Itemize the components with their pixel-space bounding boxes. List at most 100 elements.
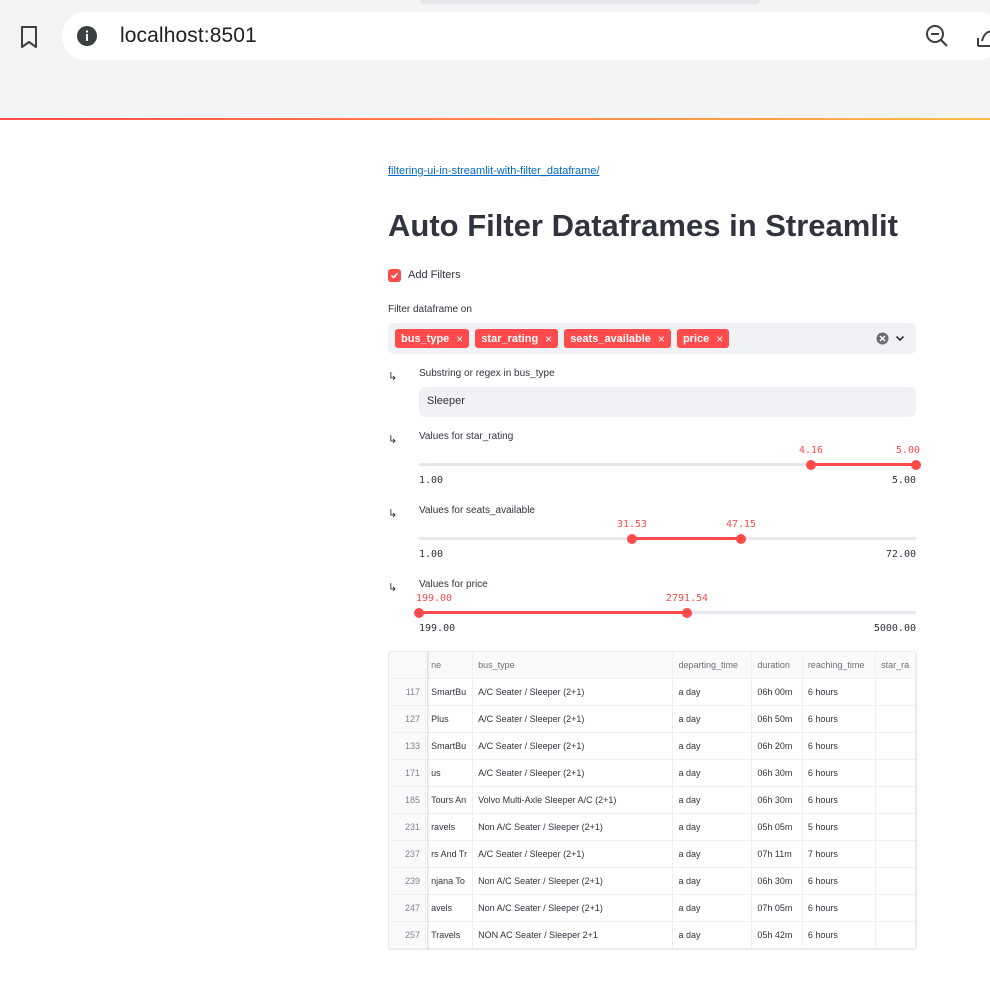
column-header-departing-time[interactable]: departing_time: [672, 652, 753, 679]
filtered-dataframe[interactable]: ne bus_type departing_time duration reac…: [388, 651, 917, 950]
cell-duration[interactable]: 06h 00m: [751, 678, 803, 706]
cell-bus-name[interactable]: njana To: [425, 867, 474, 895]
cell-duration[interactable]: 05h 05m: [751, 813, 803, 841]
cell-departing-time[interactable]: a day: [672, 732, 753, 760]
table-row[interactable]: 257 Travels NON AC Seater / Sleeper 2+1 a d…: [389, 921, 916, 949]
table-row[interactable]: 185 Tours An Volvo Multi-Axle Sleeper A/C …: [389, 786, 916, 814]
cell-reaching-time[interactable]: 6 hours: [802, 786, 877, 814]
page-link[interactable]: filtering-ui-in-streamlit-with-filter_da…: [388, 165, 600, 177]
info-icon[interactable]: [76, 25, 98, 47]
checkbox-checked-icon[interactable]: [388, 268, 401, 282]
cell-reaching-time[interactable]: 6 hours: [802, 867, 877, 895]
url-text[interactable]: localhost:8501: [120, 24, 257, 48]
row-index[interactable]: 237: [389, 840, 427, 868]
cell-departing-time[interactable]: a day: [672, 921, 753, 949]
table-row[interactable]: 171 us A/C Seater / Sleeper (2+1) a day 06h …: [389, 759, 916, 787]
row-index[interactable]: 257: [389, 921, 427, 949]
cell-duration[interactable]: 07h 05m: [751, 894, 803, 922]
chip-seats-available[interactable]: seats_available ×: [564, 329, 671, 348]
cell-departing-time[interactable]: a day: [672, 786, 753, 814]
table-row[interactable]: 133 SmartBu A/C Seater / Sleeper (2+1) a da…: [389, 732, 916, 760]
cell-bus-type[interactable]: A/C Seater / Sleeper (2+1): [472, 840, 674, 868]
slider-low-thumb[interactable]: [806, 460, 816, 470]
slider-high-thumb[interactable]: [736, 534, 746, 544]
cell-bus-type[interactable]: Volvo Multi-Axle Sleeper A/C (2+1): [472, 786, 674, 814]
cell-duration[interactable]: 06h 20m: [751, 732, 803, 760]
clear-all-icon[interactable]: [876, 332, 889, 345]
cell-reaching-time[interactable]: 7 hours: [802, 840, 877, 868]
column-header-bus-type[interactable]: bus_type: [472, 652, 674, 679]
cell-bus-name[interactable]: SmartBu: [425, 678, 474, 706]
zoom-out-icon[interactable]: [924, 23, 950, 49]
cell-bus-name[interactable]: Plus: [425, 705, 474, 733]
cell-reaching-time[interactable]: 5 hours: [802, 813, 877, 841]
cell-reaching-time[interactable]: 6 hours: [802, 678, 877, 706]
cell-departing-time[interactable]: a day: [672, 759, 753, 787]
cell-star-rating[interactable]: [875, 921, 916, 949]
table-row[interactable]: 237 rs And Tr A/C Seater / Sleeper (2+1) a …: [389, 840, 916, 868]
cell-departing-time[interactable]: a day: [672, 894, 753, 922]
row-index[interactable]: 117: [389, 678, 427, 706]
cell-star-rating[interactable]: [875, 705, 916, 733]
cell-reaching-time[interactable]: 6 hours: [802, 894, 877, 922]
address-bar[interactable]: localhost:8501: [62, 12, 990, 60]
cell-bus-type[interactable]: A/C Seater / Sleeper (2+1): [472, 759, 674, 787]
share-icon[interactable]: [974, 24, 990, 50]
cell-star-rating[interactable]: [875, 678, 916, 706]
cell-bus-type[interactable]: Non A/C Seater / Sleeper (2+1): [472, 894, 674, 922]
index-header[interactable]: [389, 652, 427, 679]
row-index[interactable]: 185: [389, 786, 427, 814]
table-row[interactable]: 239 njana To Non A/C Seater / Sleeper (2+1…: [389, 867, 916, 895]
cell-duration[interactable]: 07h 11m: [751, 840, 803, 868]
cell-bus-type[interactable]: A/C Seater / Sleeper (2+1): [472, 678, 674, 706]
column-header-star-rating[interactable]: star_ra: [875, 652, 916, 679]
table-row[interactable]: 117 SmartBu A/C Seater / Sleeper (2+1) a da…: [389, 678, 916, 706]
cell-departing-time[interactable]: a day: [672, 678, 753, 706]
cell-bus-type[interactable]: Non A/C Seater / Sleeper (2+1): [472, 867, 674, 895]
cell-bus-name[interactable]: us: [425, 759, 474, 787]
cell-star-rating[interactable]: [875, 786, 916, 814]
cell-bus-name[interactable]: SmartBu: [425, 732, 474, 760]
row-index[interactable]: 239: [389, 867, 427, 895]
cell-star-rating[interactable]: [875, 759, 916, 787]
cell-bus-name[interactable]: Tours An: [425, 786, 474, 814]
cell-bus-type[interactable]: A/C Seater / Sleeper (2+1): [472, 705, 674, 733]
cell-duration[interactable]: 06h 30m: [751, 867, 803, 895]
slider-high-thumb[interactable]: [911, 460, 921, 470]
row-index[interactable]: 127: [389, 705, 427, 733]
cell-bus-type[interactable]: NON AC Seater / Sleeper 2+1: [472, 921, 674, 949]
add-filters-checkbox[interactable]: Add Filters: [388, 267, 461, 283]
star-rating-slider[interactable]: 4.16 5.00 1.00 5.00: [419, 444, 921, 504]
bookmark-icon[interactable]: [18, 24, 40, 50]
cell-duration[interactable]: 06h 50m: [751, 705, 803, 733]
column-header-duration[interactable]: duration: [751, 652, 803, 679]
table-row[interactable]: 247 avels Non A/C Seater / Sleeper (2+1) a …: [389, 894, 916, 922]
cell-bus-type[interactable]: Non A/C Seater / Sleeper (2+1): [472, 813, 674, 841]
cell-departing-time[interactable]: a day: [672, 867, 753, 895]
cell-bus-name[interactable]: ravels: [425, 813, 474, 841]
chevron-down-icon[interactable]: [894, 332, 906, 344]
slider-low-thumb[interactable]: [627, 534, 637, 544]
row-index[interactable]: 171: [389, 759, 427, 787]
bus-type-filter-value[interactable]: Sleeper: [427, 395, 465, 407]
seats-available-slider[interactable]: 31.53 47.15 1.00 72.00: [419, 518, 916, 578]
table-row[interactable]: 127 Plus A/C Seater / Sleeper (2+1) a day 06…: [389, 705, 916, 733]
column-header-reaching-time[interactable]: reaching_time: [802, 652, 877, 679]
chip-remove-icon[interactable]: ×: [545, 332, 552, 346]
cell-star-rating[interactable]: [875, 867, 916, 895]
cell-duration[interactable]: 05h 42m: [751, 921, 803, 949]
cell-departing-time[interactable]: a day: [672, 705, 753, 733]
filter-columns-multiselect[interactable]: bus_type × star_rating × seats_available × …: [388, 323, 916, 354]
cell-reaching-time[interactable]: 6 hours: [802, 759, 877, 787]
cell-star-rating[interactable]: [875, 732, 916, 760]
chip-remove-icon[interactable]: ×: [456, 332, 463, 346]
cell-bus-name[interactable]: avels: [425, 894, 474, 922]
chip-remove-icon[interactable]: ×: [716, 332, 723, 346]
price-slider[interactable]: 199.00 2791.54 199.00 5000.00: [414, 592, 916, 652]
cell-duration[interactable]: 06h 30m: [751, 759, 803, 787]
cell-star-rating[interactable]: [875, 840, 916, 868]
chip-star-rating[interactable]: star_rating ×: [475, 329, 559, 348]
cell-star-rating[interactable]: [875, 894, 916, 922]
cell-reaching-time[interactable]: 6 hours: [802, 705, 877, 733]
chip-bus-type[interactable]: bus_type ×: [395, 329, 470, 348]
